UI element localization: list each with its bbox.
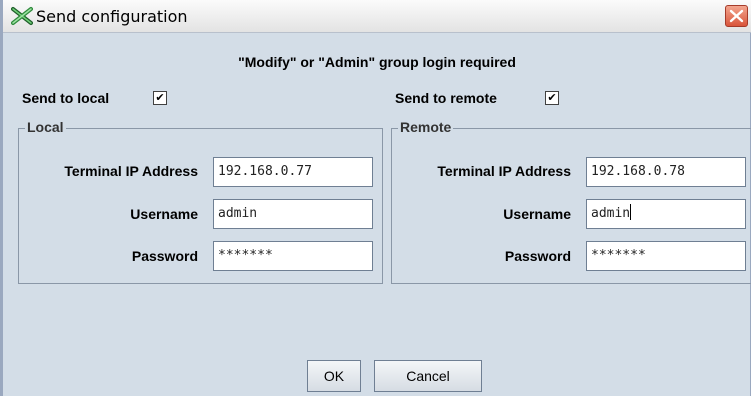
remote-group-legend: Remote [398,119,454,135]
title-bar: Send configuration [3,0,751,33]
local-ip-input[interactable]: 192.168.0.77 [213,157,373,187]
send-to-local-label: Send to local [22,90,110,106]
close-button[interactable] [725,5,748,27]
tools-cross-icon [11,6,33,26]
window-title: Send configuration [36,7,188,26]
local-ip-label: Terminal IP Address [64,163,198,179]
remote-username-value: admin [591,206,631,221]
send-to-remote-label: Send to remote [395,90,497,106]
send-to-local-checkbox[interactable]: ✔ [153,91,167,105]
cancel-button[interactable]: Cancel [374,360,482,392]
local-password-input[interactable]: ******* [213,241,373,271]
local-username-label: Username [130,206,198,222]
remote-password-input[interactable]: ******* [586,241,746,271]
close-icon [729,9,744,23]
check-icon: ✔ [155,92,165,104]
remote-username-input[interactable]: admin [586,199,746,229]
login-required-notice: "Modify" or "Admin" group login required [238,54,516,70]
text-caret [630,204,632,220]
remote-username-label: Username [503,206,571,222]
send-to-remote-checkbox[interactable]: ✔ [545,91,559,105]
send-configuration-dialog: Send configuration "Modify" or "Admin" g… [0,0,751,396]
local-password-label: Password [131,248,198,264]
remote-ip-input[interactable]: 192.168.0.78 [586,157,746,187]
ok-button[interactable]: OK [307,360,361,392]
remote-ip-label: Terminal IP Address [437,163,571,179]
local-username-input[interactable]: admin [213,199,373,229]
check-icon: ✔ [547,92,557,104]
local-group-legend: Local [25,119,66,135]
remote-password-label: Password [504,248,571,264]
